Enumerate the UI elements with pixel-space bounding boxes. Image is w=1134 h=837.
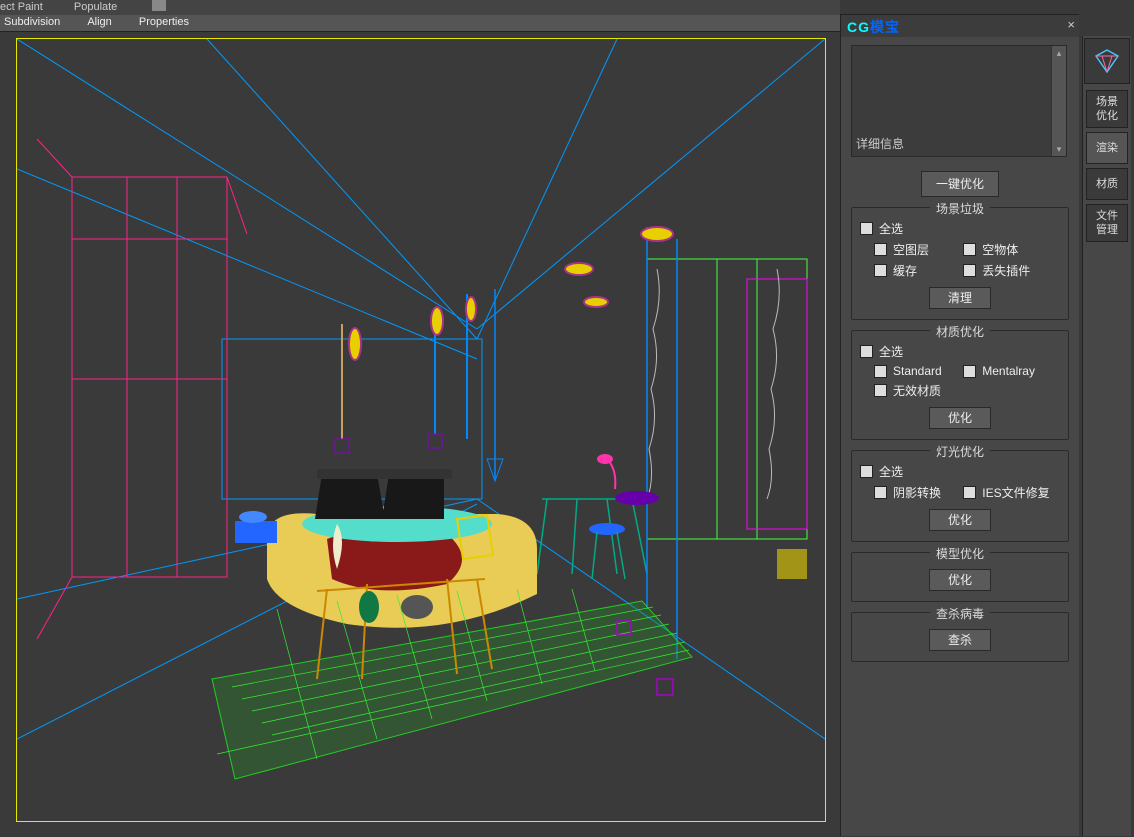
- label-cache: 缓存: [893, 262, 917, 279]
- close-icon[interactable]: ×: [1067, 17, 1075, 32]
- label-empty-objects: 空物体: [982, 241, 1018, 258]
- tab-scene-optimize[interactable]: 场景 优化: [1086, 90, 1128, 128]
- chevron-up-icon[interactable]: ▴: [1054, 48, 1064, 58]
- info-box[interactable]: 详细信息 ▴ ▾: [851, 45, 1067, 157]
- panel-logo: CG模宝: [847, 17, 900, 37]
- panel-header: CG模宝 ×: [841, 15, 1079, 38]
- section-virus-scan: 查杀病毒 查杀: [851, 612, 1069, 662]
- diamond-icon[interactable]: [1084, 38, 1130, 84]
- label-shadow-convert: 阴影转换: [893, 484, 941, 501]
- chevron-down-icon[interactable]: ▾: [1054, 144, 1064, 154]
- optimize-light-button[interactable]: 优化: [929, 509, 991, 531]
- label-select-all: 全选: [879, 343, 903, 360]
- menu-subdivision[interactable]: Subdivision: [0, 15, 64, 29]
- section-light-opt: 灯光优化 全选 阴影转换 IES文件修复 优化: [851, 450, 1069, 542]
- label-standard: Standard: [893, 364, 942, 378]
- section-title: 场景垃圾: [930, 200, 990, 217]
- checkbox-missing-plugins[interactable]: [963, 264, 976, 277]
- clean-button[interactable]: 清理: [929, 287, 991, 309]
- tab-file-manage[interactable]: 文件 管理: [1086, 204, 1128, 242]
- optimize-mat-button[interactable]: 优化: [929, 407, 991, 429]
- menu-align[interactable]: Align: [83, 15, 115, 29]
- section-title: 查杀病毒: [930, 605, 990, 622]
- flag-icon[interactable]: [152, 0, 166, 11]
- label-invalid-mat: 无效材质: [893, 382, 941, 399]
- label-mentalray: Mentalray: [982, 364, 1035, 378]
- section-scene-garbage: 场景垃圾 全选 空图层 空物体 缓存 丢失插件 清理: [851, 207, 1069, 320]
- label-empty-layers: 空图层: [893, 241, 929, 258]
- menu-bar-top: ect Paint Populate: [0, 0, 840, 15]
- menu-properties[interactable]: Properties: [135, 15, 193, 29]
- section-title: 灯光优化: [930, 443, 990, 460]
- menu-paint[interactable]: ect Paint: [0, 0, 43, 13]
- plugin-panel: CG模宝 × 详细信息 ▴ ▾ 一键优化 场景垃圾 全选 空图层 空物体: [840, 14, 1079, 836]
- checkbox-select-all[interactable]: [860, 222, 873, 235]
- logo-en: CG: [847, 19, 870, 35]
- optimize-model-button[interactable]: 优化: [929, 569, 991, 591]
- menu-populate[interactable]: Populate: [74, 0, 117, 13]
- checkbox-standard[interactable]: [874, 365, 887, 378]
- app-root: ect Paint Populate Subdivision Align Pro…: [0, 0, 1134, 837]
- label-select-all: 全选: [879, 220, 903, 237]
- tab-render[interactable]: 渲染: [1086, 132, 1128, 164]
- scan-button[interactable]: 查杀: [929, 629, 991, 651]
- tab-material[interactable]: 材质: [1086, 168, 1128, 200]
- panel-body: 详细信息 ▴ ▾ 一键优化 场景垃圾 全选 空图层 空物体 缓存 丢失插件: [841, 37, 1079, 836]
- checkbox-ies-fix[interactable]: [963, 486, 976, 499]
- viewport[interactable]: [16, 38, 826, 822]
- info-label: 详细信息: [856, 135, 904, 152]
- label-select-all: 全选: [879, 463, 903, 480]
- checkbox-mentalray[interactable]: [963, 365, 976, 378]
- viewport-area: [0, 32, 840, 837]
- section-title: 材质优化: [930, 323, 990, 340]
- checkbox-select-all-mat[interactable]: [860, 345, 873, 358]
- label-ies-fix: IES文件修复: [982, 484, 1049, 501]
- checkbox-empty-objects[interactable]: [963, 243, 976, 256]
- section-model-opt: 模型优化 优化: [851, 552, 1069, 602]
- section-material-opt: 材质优化 全选 Standard Mentalray 无效材质 优化: [851, 330, 1069, 440]
- menu-bar-sub: Subdivision Align Properties: [0, 15, 840, 32]
- side-tabs: 场景 优化 渲染 材质 文件 管理: [1082, 36, 1131, 836]
- section-title: 模型优化: [930, 545, 990, 562]
- scene-wireframe: [17, 39, 825, 821]
- checkbox-shadow-convert[interactable]: [874, 486, 887, 499]
- checkbox-select-all-light[interactable]: [860, 465, 873, 478]
- checkbox-empty-layers[interactable]: [874, 243, 887, 256]
- checkbox-cache[interactable]: [874, 264, 887, 277]
- checkbox-invalid-mat[interactable]: [874, 384, 887, 397]
- info-scrollbar[interactable]: ▴ ▾: [1051, 46, 1066, 156]
- logo-cn: 模宝: [870, 19, 900, 35]
- label-missing-plugins: 丢失插件: [982, 262, 1030, 279]
- one-click-optimize-button[interactable]: 一键优化: [921, 171, 999, 197]
